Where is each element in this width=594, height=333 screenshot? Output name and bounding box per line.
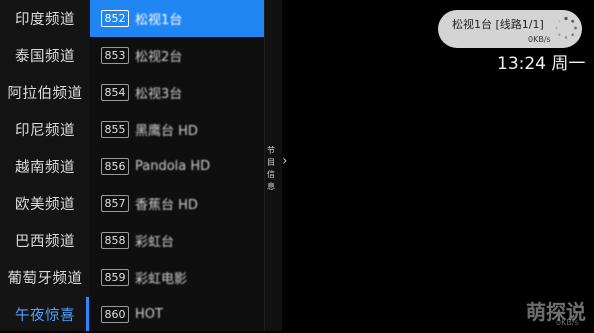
category-list: 印度频道 泰国频道 阿拉伯频道 印尼频道 越南频道 欧美频道 巴西频道 葡萄牙频… <box>0 0 90 331</box>
channel-name: 彩虹电影 <box>135 272 188 287</box>
channel-name: 香蕉台 HD <box>135 198 198 213</box>
watermark-speed: 0KB/s <box>556 318 579 327</box>
channel-item[interactable]: 856 Pandola HD <box>90 148 264 185</box>
category-item[interactable]: 欧美频道 <box>0 185 90 222</box>
now-playing-pill: 松视1台 [线路1/1] 0KB/s <box>438 10 582 48</box>
category-item[interactable]: 印度频道 <box>0 0 90 37</box>
channel-list: 852 松视1台 853 松视2台 854 松视3台 855 黑鹰台 HD 85… <box>90 0 264 331</box>
channel-number: 858 <box>101 232 129 249</box>
channel-item-selected[interactable]: 852 松视1台 <box>90 0 264 37</box>
channel-item[interactable]: 857 香蕉台 HD <box>90 185 264 222</box>
channel-number: 854 <box>101 84 129 101</box>
category-item[interactable]: 印尼频道 <box>0 111 90 148</box>
category-item-active[interactable]: 午夜惊喜 <box>0 296 90 333</box>
channel-item[interactable]: 855 黑鹰台 HD <box>90 111 264 148</box>
network-speed: 0KB/s <box>528 35 551 44</box>
channel-name: 松视1台 <box>135 13 183 28</box>
channel-number: 856 <box>101 158 129 175</box>
category-item[interactable]: 越南频道 <box>0 148 90 185</box>
loading-spinner-icon <box>555 16 577 39</box>
category-item[interactable]: 阿拉伯频道 <box>0 74 90 111</box>
channel-name: 松视3台 <box>135 87 183 102</box>
channel-number: 860 <box>101 306 129 323</box>
channel-name: HOT <box>135 307 163 322</box>
channel-item[interactable]: 860 HOT <box>90 296 264 333</box>
clock: 13:24 周一 <box>497 54 586 74</box>
channel-number: 857 <box>101 195 129 212</box>
channel-item[interactable]: 859 彩虹电影 <box>90 259 264 296</box>
category-item[interactable]: 泰国频道 <box>0 37 90 74</box>
chevron-right-icon: › <box>282 153 288 169</box>
program-info-label: 节目信息 <box>267 146 275 191</box>
category-item[interactable]: 巴西频道 <box>0 222 90 259</box>
channel-item[interactable]: 858 彩虹台 <box>90 222 264 259</box>
channel-item[interactable]: 854 松视3台 <box>90 74 264 111</box>
channel-name: 彩虹台 <box>135 235 175 250</box>
now-playing-title: 松视1台 [线路1/1] <box>452 18 544 31</box>
channel-name: Pandola HD <box>135 159 211 174</box>
category-item[interactable]: 葡萄牙频道 <box>0 259 90 296</box>
channel-number: 855 <box>101 121 129 138</box>
channel-number: 852 <box>101 10 129 27</box>
channel-name: 黑鹰台 HD <box>135 124 198 139</box>
channel-number: 853 <box>101 47 129 64</box>
channel-number: 859 <box>101 269 129 286</box>
channel-name: 松视2台 <box>135 50 183 65</box>
channel-item[interactable]: 853 松视2台 <box>90 37 264 74</box>
active-category-indicator <box>86 297 89 331</box>
